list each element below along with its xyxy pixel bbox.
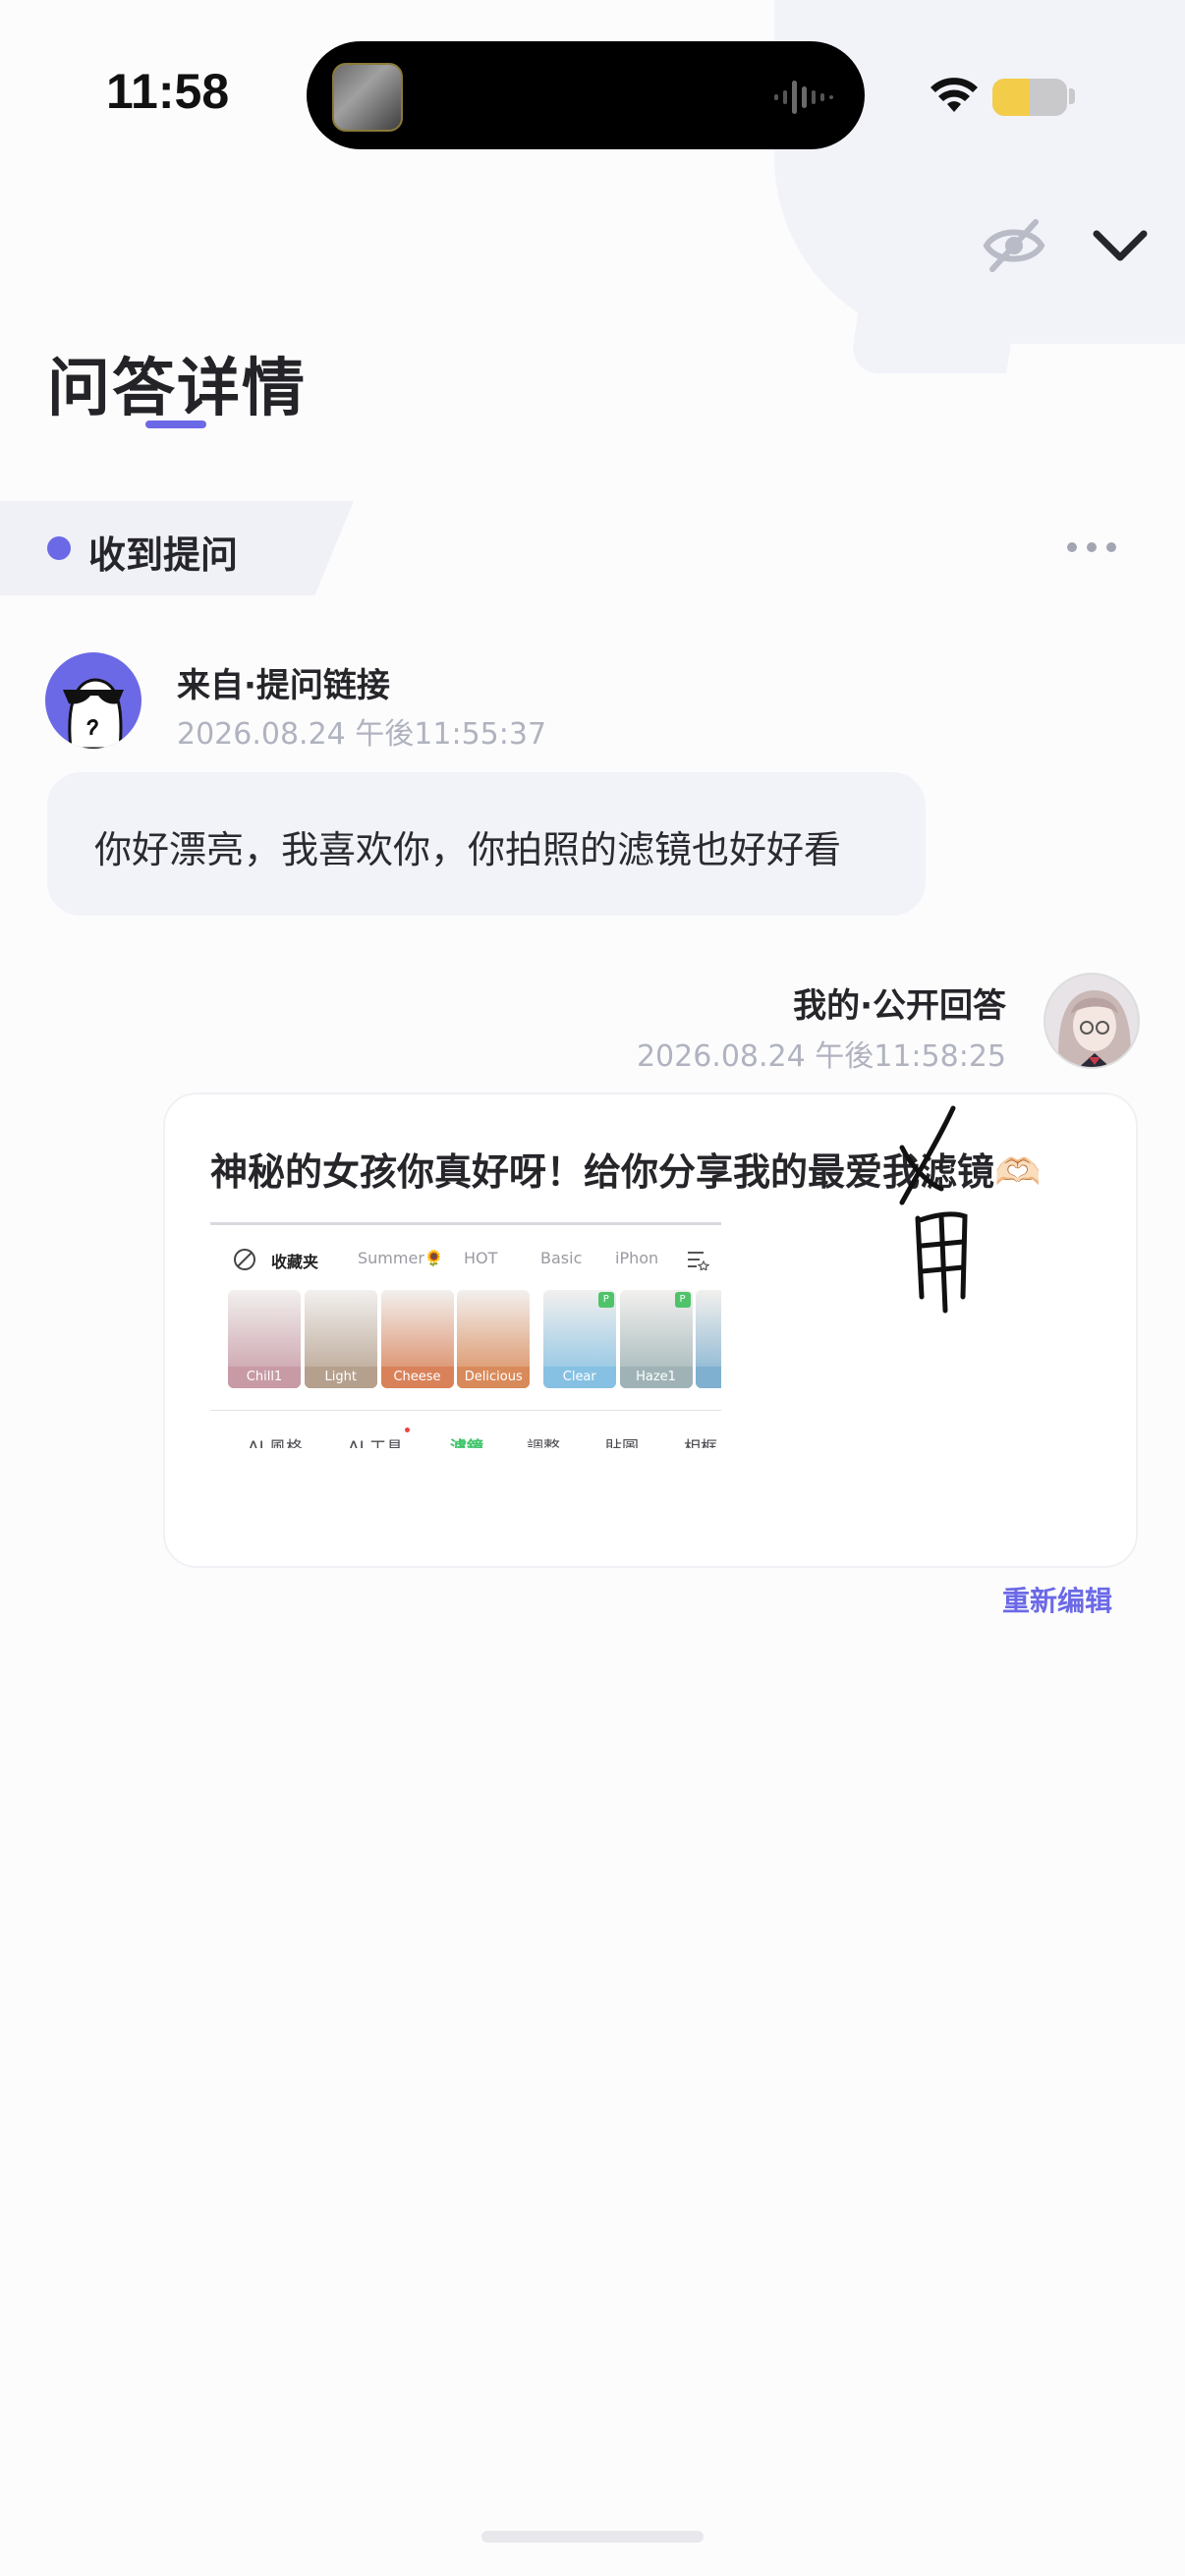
nav-ai-style[interactable]: AI 風格 (248, 1433, 303, 1448)
title-underline (145, 420, 206, 428)
battery-level (992, 79, 1030, 116)
notification-dot (405, 1428, 410, 1432)
answer-time: 2026.08.24 午後11:58:25 (636, 1039, 1006, 1074)
pro-badge: P (674, 1292, 691, 1308)
user-avatar[interactable] (1044, 973, 1140, 1069)
filter-tab[interactable]: HOT (464, 1249, 497, 1267)
filter-name: Cheese (380, 1367, 454, 1388)
battery-tip (1069, 88, 1075, 104)
question-text: 你好漂亮，我喜欢你，你拍照的滤镜也好好看 (94, 828, 842, 871)
app-thumbnail-icon (332, 63, 403, 132)
home-indicator (481, 2531, 704, 2543)
dynamic-island[interactable] (307, 41, 865, 149)
nav-adjust[interactable]: 調整 (527, 1433, 560, 1448)
asker-avatar (45, 652, 141, 749)
filter-thumbnail[interactable]: Haze1 P (619, 1290, 693, 1388)
filter-category-tabs: 收藏夹 Summer🌻 HOT Basic iPhon (210, 1249, 721, 1280)
filter-thumbnail[interactable]: Light (304, 1290, 377, 1388)
filter-settings-icon (688, 1252, 709, 1270)
filter-tab[interactable]: iPhon (615, 1249, 658, 1267)
question-source: 来自·提问链接 (177, 666, 390, 705)
nav-filters[interactable]: 濾鏡 (450, 1433, 483, 1448)
filter-thumbnail[interactable]: B (696, 1290, 721, 1388)
status-time: 11:58 (106, 64, 230, 119)
filter-name: Light (304, 1367, 377, 1388)
pro-badge: P (597, 1292, 614, 1308)
question-time: 2026.08.24 午後11:55:37 (177, 717, 547, 752)
section-dot (47, 536, 71, 560)
page-title: 问答详情 (47, 353, 307, 425)
filter-name: B (696, 1367, 721, 1388)
nav-stickers[interactable]: 貼圖 (605, 1433, 639, 1448)
nav-ai-tools[interactable]: AI 工具 (348, 1433, 403, 1448)
filter-name: Clear Blue1 (542, 1367, 616, 1388)
chevron-down-icon[interactable] (1091, 226, 1150, 265)
filter-thumbnail[interactable]: Clear Blue1 P (542, 1290, 616, 1388)
filter-name: Delicious (457, 1367, 531, 1388)
filter-thumbnail[interactable]: Cheese (380, 1290, 454, 1388)
filter-tab[interactable]: Basic (540, 1249, 582, 1267)
more-icon[interactable] (1067, 540, 1116, 554)
filter-tab[interactable]: Summer🌻 (358, 1249, 444, 1267)
question-bubble: 你好漂亮，我喜欢你，你拍照的滤镜也好好看 (47, 772, 926, 916)
filter-thumbnail[interactable]: Chill1 (228, 1290, 301, 1388)
filter-thumbnail[interactable]: Delicious (457, 1290, 531, 1388)
handwriting-annotation: 用 (899, 1105, 968, 1314)
sunglasses-avatar-icon (63, 678, 124, 749)
reedit-button[interactable]: 重新编辑 (1002, 1580, 1112, 1619)
answer-label: 我的·公开回答 (793, 986, 1006, 1026)
filter-name: Chill1 (228, 1367, 301, 1388)
battery-icon (992, 79, 1067, 116)
audio-wave-icon (774, 81, 833, 114)
divider (210, 1410, 721, 1411)
shared-filter-screenshot[interactable]: 收藏夹 Summer🌻 HOT Basic iPhon Chill1 Light C… (210, 1222, 721, 1448)
filter-name: Haze1 (619, 1367, 693, 1388)
background-bubble-tail (849, 295, 1018, 373)
eye-off-icon[interactable] (983, 218, 1045, 273)
section-label: 收到提问 (88, 533, 239, 577)
nav-frames[interactable]: 相框 (684, 1433, 717, 1448)
filter-tab[interactable]: 收藏夹 (271, 1249, 318, 1272)
anime-girl-avatar-icon (1058, 990, 1131, 1067)
wifi-icon (931, 78, 978, 112)
